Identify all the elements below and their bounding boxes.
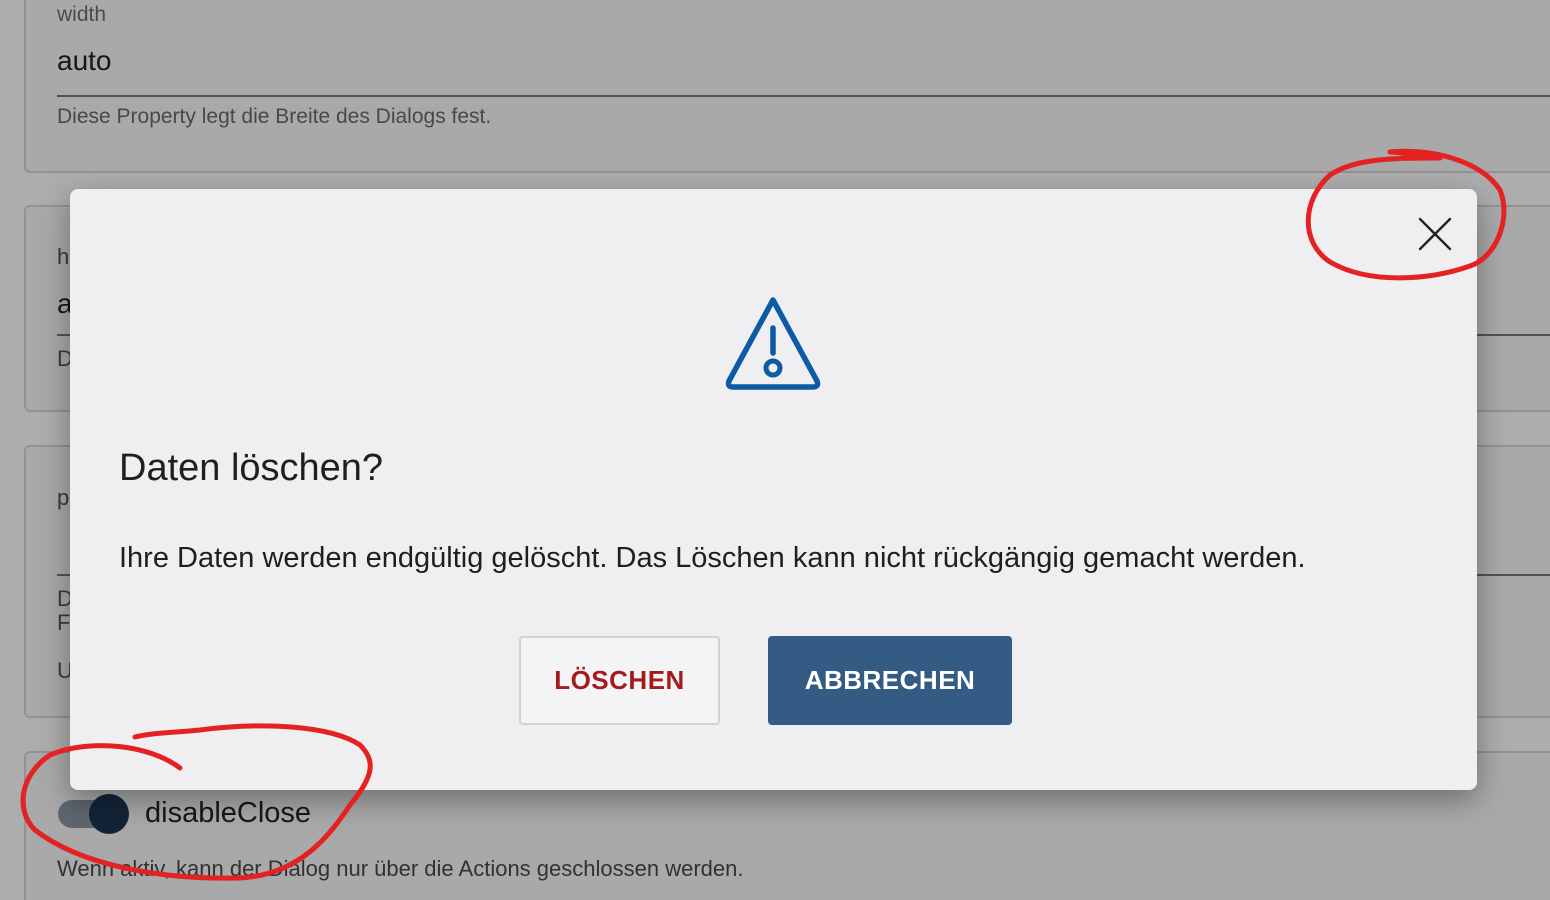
warning-triangle-icon (725, 297, 821, 390)
cancel-button[interactable]: ABBRECHEN (768, 636, 1012, 725)
close-button[interactable] (1410, 209, 1460, 259)
dialog-title: Daten löschen? (119, 447, 384, 489)
confirm-delete-dialog: Daten löschen? Ihre Daten werden endgült… (70, 189, 1477, 790)
delete-button[interactable]: LÖSCHEN (519, 636, 720, 725)
dialog-message: Ihre Daten werden endgültig gelöscht. Da… (119, 542, 1306, 574)
close-icon (1418, 217, 1452, 251)
